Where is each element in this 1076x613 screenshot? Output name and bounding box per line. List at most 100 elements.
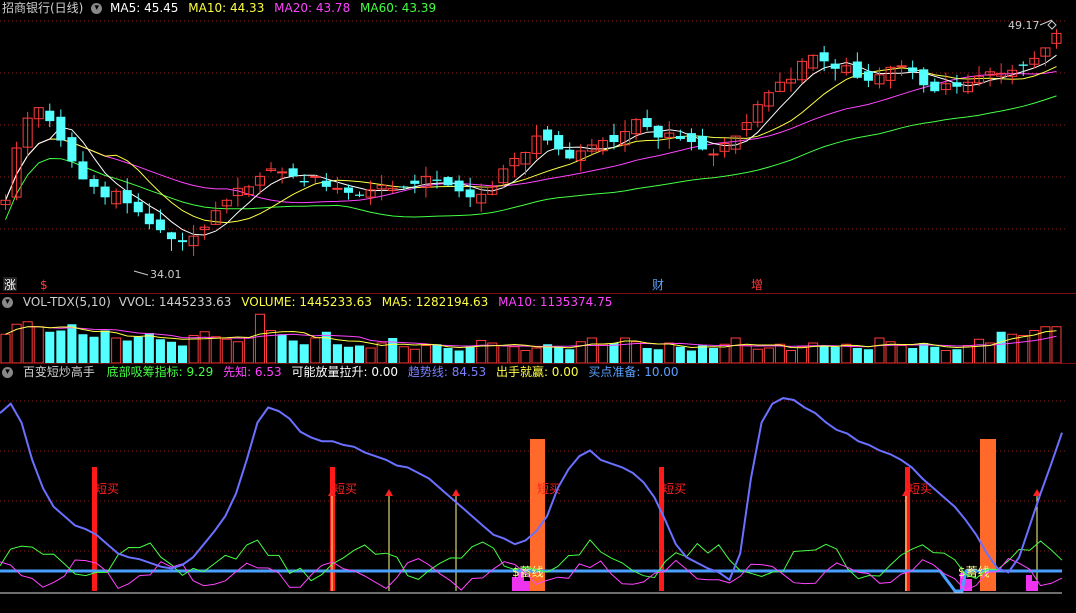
circle-down-icon[interactable]: ▾ — [2, 367, 13, 378]
candle-body — [819, 52, 829, 62]
candle-body — [277, 171, 288, 174]
volume-readout: VOLUME: 1445233.63 — [241, 295, 372, 309]
candle-body — [919, 69, 929, 86]
candle-body — [343, 187, 353, 193]
ma5-readout: MA5: 45.45 — [110, 1, 179, 15]
badge-zhang: 涨 — [4, 277, 16, 292]
volume-bar — [1051, 326, 1062, 363]
ma5-line — [5, 54, 1057, 236]
volume-bar — [697, 345, 707, 363]
volume-bar — [288, 340, 298, 363]
candle-body — [697, 135, 707, 150]
volume-bar — [741, 345, 752, 363]
volume-bar — [155, 339, 165, 363]
small-bar — [524, 581, 530, 591]
volume-bar — [178, 345, 188, 363]
volume-bar — [509, 346, 520, 363]
volume-bar — [763, 347, 774, 363]
candle-body — [310, 175, 321, 178]
xuxian-label: $蓄线 — [958, 565, 990, 579]
volume-bar — [133, 336, 143, 363]
volume-bar — [100, 330, 110, 363]
candle-body — [686, 133, 696, 143]
volume-bar — [774, 343, 785, 363]
volume-bar — [277, 334, 287, 363]
volume-bar — [45, 331, 55, 363]
volume-bar — [664, 342, 675, 363]
candle-body — [432, 179, 442, 181]
volume-bar — [819, 345, 829, 363]
volume-bar — [752, 348, 763, 363]
volume-chart[interactable] — [0, 311, 1076, 363]
candle-body — [863, 71, 873, 81]
volume-bar — [730, 337, 741, 363]
volume-bar — [89, 336, 99, 363]
candle-body — [288, 168, 298, 177]
volume-bar — [675, 346, 685, 363]
candle-body — [321, 180, 331, 187]
volume-bar — [709, 348, 719, 363]
candle-body — [675, 135, 685, 140]
volume-bar — [432, 344, 442, 363]
volume-bar — [520, 350, 531, 363]
volume-bar — [199, 331, 210, 363]
volume-bar — [33, 326, 44, 363]
candlestick-chart[interactable]: 49.17 34.01 涨 $ 财 增 — [0, 17, 1076, 293]
volume-bar — [930, 346, 940, 363]
volume-bar — [254, 313, 265, 363]
candle-body — [554, 135, 564, 150]
candle-body — [67, 137, 77, 162]
main-panel-header: 招商银行(日线) ▾ MA5: 45.45 MA10: 44.33 MA20: … — [0, 0, 442, 17]
candle-body — [45, 110, 55, 122]
volume-bar — [974, 338, 985, 363]
ma60-line — [5, 95, 1057, 220]
volume-bar — [111, 337, 122, 363]
volume-bar — [1018, 335, 1029, 363]
volume-bar — [420, 345, 431, 363]
volume-bar — [996, 331, 1006, 363]
candle-body — [465, 189, 475, 198]
vol-ma5-readout: MA5: 1282194.63 — [381, 295, 489, 309]
ma60-readout: MA60: 43.39 — [360, 1, 437, 15]
volume-bar — [465, 346, 475, 363]
volume-bar — [232, 341, 243, 363]
small-bar — [512, 577, 518, 591]
candle-body — [100, 186, 110, 198]
candle-body — [166, 232, 176, 240]
volume-bar — [919, 343, 929, 363]
volume-bar — [365, 347, 376, 363]
candle-body — [155, 219, 165, 231]
candle-body — [410, 180, 420, 184]
volume-bar — [908, 348, 918, 363]
badge-dollar: $ — [40, 278, 48, 292]
circle-down-icon[interactable]: ▾ — [2, 297, 13, 308]
candle-body — [399, 186, 409, 188]
small-bar — [1032, 581, 1038, 591]
candle-body — [133, 201, 143, 213]
ma20-readout: MA20: 43.78 — [274, 1, 351, 15]
ind-panel-header: ▾ 百变短炒高手 底部吸筹指标: 9.29 先知: 6.53 可能放量拉升: 0… — [0, 364, 685, 381]
ma10-readout: MA10: 44.33 — [188, 1, 265, 15]
buy-label: 短买 — [662, 482, 686, 496]
volume-bar — [841, 343, 852, 363]
volume-bar — [56, 330, 66, 363]
candle-body — [78, 161, 88, 180]
event-zeng: 增 — [751, 278, 763, 292]
candle-body — [565, 149, 575, 159]
volume-bar — [67, 324, 77, 363]
volume-bar — [830, 346, 840, 363]
volume-bar — [398, 346, 409, 363]
circle-down-icon[interactable]: ▾ — [91, 3, 103, 14]
candle-body — [1018, 64, 1028, 66]
chushou-readout: 出手就赢: 0.00 — [495, 365, 579, 379]
arrow-up-icon — [452, 489, 460, 496]
arrow-up-icon — [385, 489, 393, 496]
ma10-line — [5, 66, 1057, 224]
volume-bar — [642, 348, 652, 363]
volume-bar — [166, 341, 176, 363]
dibu-readout: 底部吸筹指标: 9.29 — [106, 365, 214, 379]
volume-bar — [321, 331, 331, 363]
panel-title: 招商银行(日线) — [2, 1, 84, 15]
indicator-chart[interactable]: 短买 短买 短买 短买短买$蓄线 $蓄线 — [0, 381, 1076, 613]
candle-body — [144, 213, 154, 225]
